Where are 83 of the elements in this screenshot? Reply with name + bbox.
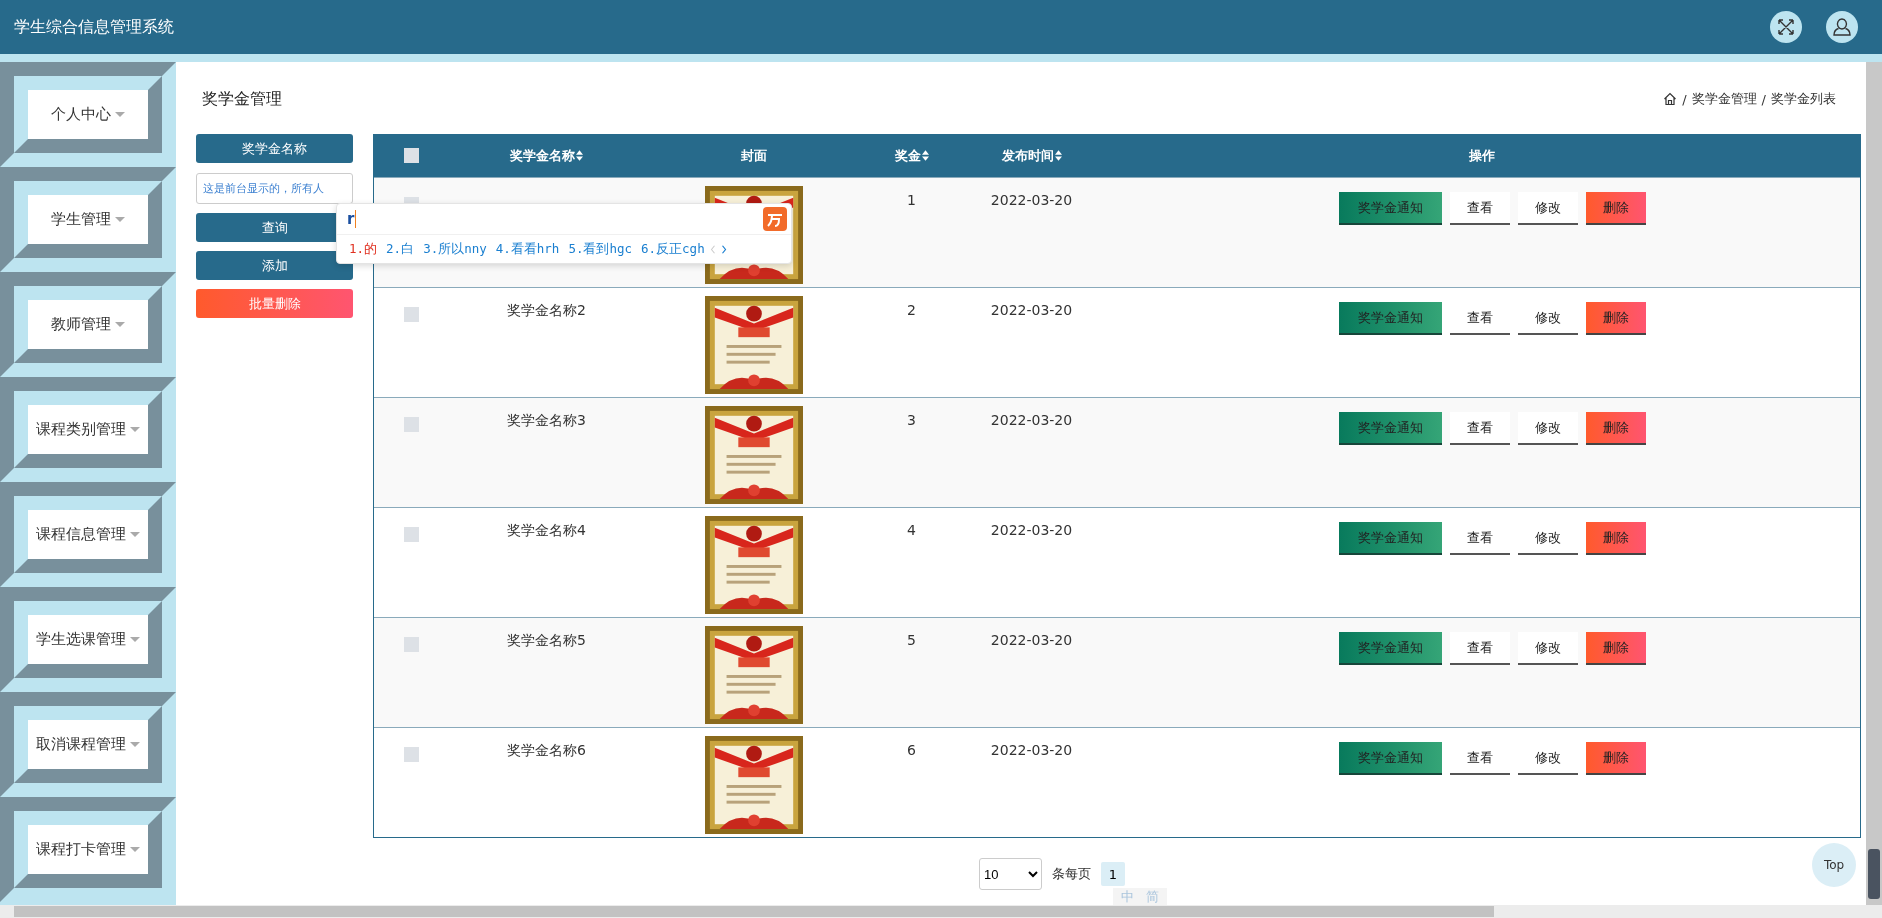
action-button[interactable]: 修改	[1517, 192, 1578, 225]
fullscreen-icon[interactable]	[1770, 11, 1802, 43]
table-cell: 6	[907, 742, 916, 758]
ime-candidate[interactable]: 3.所以nny	[423, 240, 487, 258]
table-cell: 奖学金名称6	[507, 742, 586, 760]
breadcrumb-separator: /	[1682, 91, 1687, 107]
action-button[interactable]: 奖学金通知	[1338, 192, 1442, 225]
page-title: 奖学金管理	[202, 88, 282, 110]
action-button[interactable]: 删除	[1585, 632, 1646, 665]
table-cell: 2022-03-20	[990, 192, 1073, 208]
sort-icon[interactable]	[921, 150, 929, 161]
search-label: 奖学金名称	[196, 134, 353, 163]
page-button[interactable]: 1	[1101, 862, 1125, 886]
row-checkbox[interactable]	[404, 637, 419, 652]
table-cell: 2	[907, 302, 916, 318]
action-button[interactable]: 查看	[1449, 412, 1510, 445]
table-cell: 2022-03-20	[990, 302, 1073, 318]
table-cell: 4	[907, 522, 916, 538]
sidebar-item[interactable]: 课程打卡管理	[28, 825, 148, 874]
sidebar-item[interactable]: 课程类别管理	[28, 405, 148, 454]
sidebar-item[interactable]: 取消课程管理	[28, 720, 148, 769]
action-button[interactable]: 删除	[1585, 302, 1646, 335]
column-header[interactable]: 封面	[741, 146, 767, 165]
ime-candidate[interactable]: 4.看看hrh	[495, 240, 560, 258]
action-button[interactable]: 奖学金通知	[1338, 742, 1442, 775]
app-title: 学生综合信息管理系统	[14, 16, 174, 38]
table-cell: 奖学金名称4	[507, 522, 586, 540]
table-cell: 1	[907, 192, 916, 208]
action-button[interactable]: 奖学金通知	[1338, 632, 1442, 665]
form-button[interactable]: 批量删除	[196, 289, 353, 318]
action-button[interactable]: 删除	[1585, 192, 1646, 225]
column-header[interactable]: 奖金	[894, 146, 929, 165]
action-button[interactable]: 删除	[1585, 522, 1646, 555]
action-button[interactable]: 修改	[1517, 632, 1578, 665]
action-button[interactable]: 删除	[1585, 742, 1646, 775]
table-cell: 3	[907, 412, 916, 428]
row-checkbox[interactable]	[404, 747, 419, 762]
ime-logo-icon	[763, 207, 787, 231]
action-button[interactable]: 奖学金通知	[1338, 522, 1442, 555]
row-checkbox[interactable]	[404, 417, 419, 432]
table-cell: 2022-03-20	[990, 742, 1073, 758]
row-checkbox[interactable]	[404, 527, 419, 542]
sidebar-item[interactable]: 个人中心	[28, 90, 148, 139]
table-cell: 2022-03-20	[990, 632, 1073, 648]
column-header[interactable]: 发布时间	[1001, 146, 1062, 165]
select-all-checkbox[interactable]	[404, 148, 419, 163]
action-button[interactable]: 修改	[1517, 412, 1578, 445]
action-button[interactable]: 删除	[1585, 412, 1646, 445]
breadcrumb-item[interactable]: 奖学金列表	[1771, 90, 1836, 108]
horizontal-scrollbar[interactable]	[0, 905, 1882, 918]
table-cell: 5	[907, 632, 916, 648]
action-button[interactable]: 查看	[1449, 632, 1510, 665]
search-field[interactable]: 这是前台显示的，所有人	[196, 173, 353, 204]
vertical-scrollbar[interactable]	[1866, 62, 1882, 905]
sidebar-item[interactable]: 课程信息管理	[28, 510, 148, 559]
column-header[interactable]: 奖学金名称	[510, 146, 583, 165]
chevron-right-icon[interactable]	[720, 243, 727, 255]
breadcrumb-separator: /	[1761, 91, 1766, 107]
action-button[interactable]: 查看	[1449, 192, 1510, 225]
page-size-select[interactable]: 10	[979, 858, 1042, 890]
row-checkbox[interactable]	[404, 307, 419, 322]
sidebar-item[interactable]: 学生管理	[28, 195, 148, 244]
table-cell: 2022-03-20	[990, 412, 1073, 428]
page-size-label: 条每页	[1052, 865, 1091, 883]
breadcrumb-item[interactable]: 奖学金管理	[1691, 90, 1757, 108]
column-header[interactable]: 操作	[1469, 146, 1495, 165]
back-to-top-button[interactable]: Top	[1812, 843, 1856, 887]
user-icon[interactable]	[1826, 11, 1858, 43]
table-cell: 奖学金名称5	[507, 632, 586, 650]
ime-candidate[interactable]: 5.看到hgc	[568, 240, 633, 258]
home-icon[interactable]	[1663, 92, 1678, 106]
table-cell: 奖学金名称3	[507, 412, 586, 430]
ime-composition: r	[347, 210, 357, 228]
sort-icon[interactable]	[576, 150, 583, 161]
sidebar-item[interactable]: 学生选课管理	[28, 615, 148, 664]
table-cell: 奖学金名称2	[507, 302, 586, 320]
table-cell: 2022-03-20	[990, 522, 1073, 538]
sort-icon[interactable]	[1054, 150, 1062, 161]
action-button[interactable]: 奖学金通知	[1338, 412, 1442, 445]
sidebar-item[interactable]: 教师管理	[28, 300, 148, 349]
ime-candidate[interactable]: 6.反正cgh	[641, 240, 705, 258]
ime-candidate[interactable]: 2.白	[386, 240, 415, 258]
action-button[interactable]: 奖学金通知	[1338, 302, 1442, 335]
